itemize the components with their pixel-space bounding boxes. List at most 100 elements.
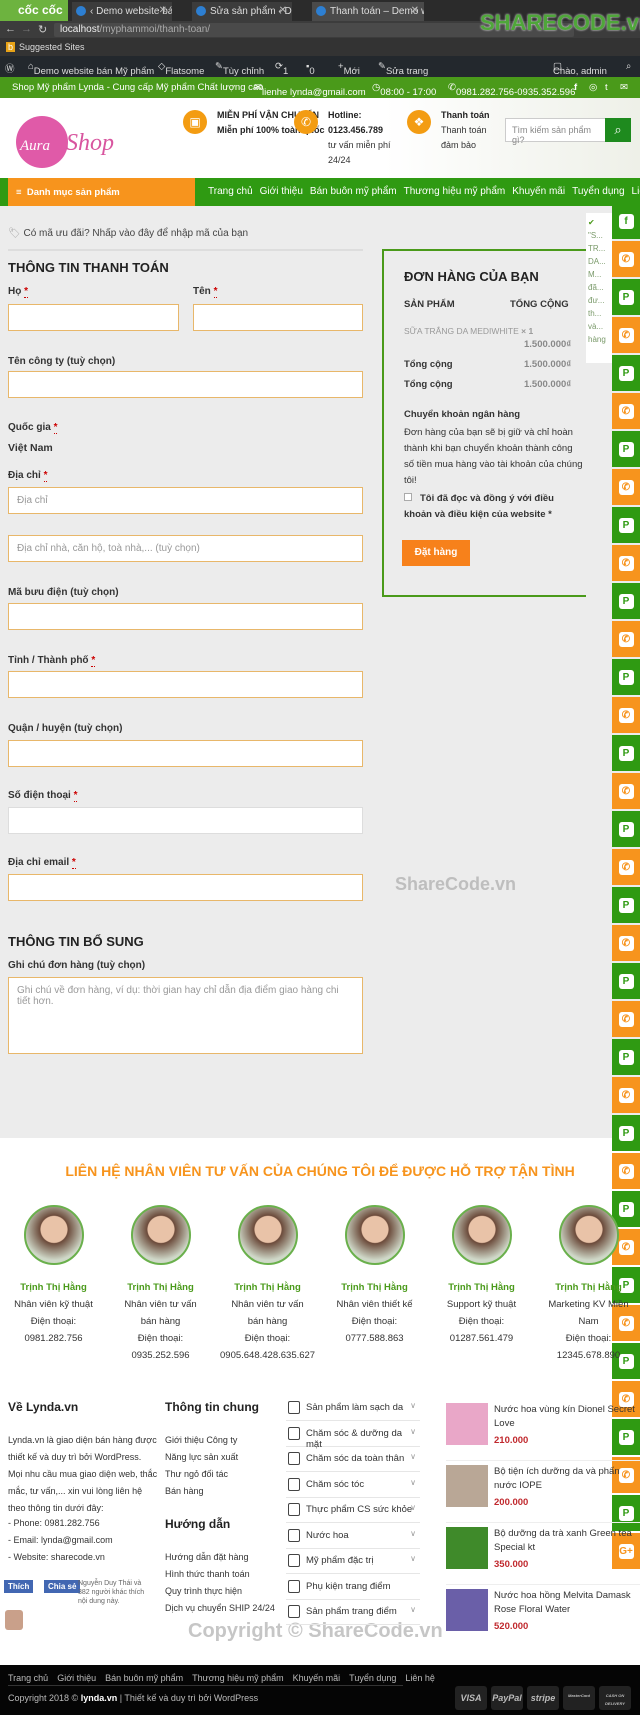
admin-site-link[interactable]: ⌂ Demo website bán Mỹ phẩm bbox=[28, 61, 154, 77]
pinterest-button[interactable]: P bbox=[612, 1115, 640, 1151]
forward-icon[interactable]: → bbox=[21, 23, 32, 35]
order-notes-textarea[interactable]: Ghi chú về đơn hàng, ví dụ: thời gian ha… bbox=[8, 977, 363, 1054]
back-icon[interactable]: ← bbox=[5, 23, 16, 35]
admin-comments-link[interactable]: ▪ 0 bbox=[306, 61, 315, 77]
coupon-link[interactable]: 🏷 Có mã ưu đãi? Nhấp vào đây để nhập mã … bbox=[8, 228, 248, 239]
footer-bottom-link[interactable]: Thương hiệu mỹ phẩm bbox=[192, 1673, 283, 1683]
phone-button[interactable]: ✆ bbox=[612, 393, 640, 429]
footer-info-link[interactable]: Năng lực sản xuất bbox=[165, 1449, 238, 1466]
footer-product[interactable]: Bộ tiện ích dưỡng da và phấn nước IOPE 20… bbox=[446, 1465, 640, 1527]
footer-category[interactable]: Sản phẩm trang điểm ∨ bbox=[286, 1600, 420, 1625]
pinterest-button[interactable]: P bbox=[612, 583, 640, 619]
site-logo[interactable]: Aura Shop bbox=[12, 110, 157, 170]
nav-brands[interactable]: Thương hiệu mỹ phẩm bbox=[404, 186, 506, 197]
product-name[interactable]: Bộ tiện ích dưỡng da và phấn nước IOPE bbox=[494, 1465, 640, 1493]
nav-careers[interactable]: Tuyển dụng bbox=[572, 186, 624, 197]
category-menu-button[interactable]: ≡ Danh mục sản phẩm bbox=[8, 178, 195, 206]
chevron-down-icon[interactable]: ∨ bbox=[410, 1452, 416, 1461]
phone-button[interactable]: ✆ bbox=[612, 241, 640, 277]
phone-button[interactable]: ✆ bbox=[612, 1001, 640, 1037]
nav-wholesale[interactable]: Bán buôn mỹ phẩm bbox=[310, 186, 397, 197]
twitter-icon[interactable]: t bbox=[605, 82, 608, 93]
product-thumbnail[interactable] bbox=[446, 1465, 488, 1507]
facebook-icon[interactable]: f bbox=[574, 82, 577, 93]
pinterest-button[interactable]: P bbox=[612, 735, 640, 771]
pinterest-button[interactable]: P bbox=[612, 887, 640, 923]
address2-input[interactable]: Địa chỉ nhà, căn hộ, toà nhà,... (tuỳ ch… bbox=[8, 535, 363, 562]
pinterest-button[interactable]: P bbox=[612, 279, 640, 315]
admin-theme-link[interactable]: ◇ Flatsome bbox=[158, 61, 204, 77]
product-thumbnail[interactable] bbox=[446, 1527, 488, 1569]
pinterest-button[interactable]: P bbox=[612, 811, 640, 847]
admin-updates-link[interactable]: ⟳ 1 bbox=[275, 61, 288, 77]
product-name[interactable]: Bộ dưỡng da trà xanh Green tea Special k… bbox=[494, 1527, 640, 1555]
footer-guide-link[interactable]: Hình thức thanh toán bbox=[165, 1566, 250, 1583]
phone-link[interactable]: ✆ 0981.282.756-0935.352.596 bbox=[448, 82, 575, 98]
wordpress-icon[interactable]: Ⓦ bbox=[5, 61, 15, 75]
city-input[interactable] bbox=[8, 671, 363, 698]
mail-icon[interactable]: ✉ bbox=[620, 82, 628, 93]
phone-input[interactable] bbox=[8, 807, 363, 834]
footer-bottom-link[interactable]: Giới thiệu bbox=[57, 1673, 96, 1683]
footer-bottom-link[interactable]: Liên hệ bbox=[405, 1673, 435, 1683]
search-icon[interactable]: ⌕ bbox=[626, 61, 631, 72]
recent-sale-popup[interactable]: ✔ "S... TR... DA... M... đã... đư... th..… bbox=[586, 213, 612, 363]
footer-bottom-link[interactable]: Khuyến mãi bbox=[293, 1673, 341, 1683]
admin-account[interactable]: Chào, admin ▢ bbox=[553, 61, 607, 77]
first-name-input[interactable] bbox=[8, 304, 179, 331]
browser-tab[interactable]: ‹ Demo website bán Mỹ p✕ bbox=[72, 2, 172, 21]
nav-promotions[interactable]: Khuyến mãi bbox=[512, 186, 565, 197]
footer-category[interactable]: Mỹ phẩm đặc trị ∨ bbox=[286, 1549, 420, 1574]
footer-category[interactable]: Sản phẩm làm sạch da ∨ bbox=[286, 1396, 420, 1421]
chevron-down-icon[interactable]: ∨ bbox=[410, 1554, 416, 1563]
footer-guide-link[interactable]: Quy trình thực hiện bbox=[165, 1583, 242, 1600]
footer-product[interactable]: Bộ dưỡng da trà xanh Green tea Special k… bbox=[446, 1527, 640, 1589]
pinterest-button[interactable]: P bbox=[612, 355, 640, 391]
footer-guide-link[interactable]: Hướng dẫn đặt hàng bbox=[165, 1549, 249, 1566]
district-input[interactable] bbox=[8, 740, 363, 767]
email-link[interactable]: ✉ lienhe lynda@gmail.com bbox=[254, 82, 366, 98]
admin-customize-link[interactable]: ✎ Tùy chỉnh bbox=[215, 61, 264, 77]
place-order-button[interactable]: Đặt hàng bbox=[402, 540, 470, 566]
footer-bottom-link[interactable]: Trang chủ bbox=[8, 1673, 48, 1683]
phone-button[interactable]: ✆ bbox=[612, 1153, 640, 1189]
chevron-down-icon[interactable]: ∨ bbox=[410, 1503, 416, 1512]
chevron-down-icon[interactable]: ∨ bbox=[410, 1427, 416, 1436]
pinterest-button[interactable]: P bbox=[612, 659, 640, 695]
instagram-icon[interactable]: ◎ bbox=[589, 82, 597, 93]
close-tab-icon[interactable]: ✕ bbox=[411, 5, 419, 16]
admin-edit-page-link[interactable]: ✎ Sửa trang bbox=[378, 61, 428, 77]
nav-contact[interactable]: Liên hệ bbox=[632, 186, 640, 197]
phone-button[interactable]: ✆ bbox=[612, 545, 640, 581]
reload-icon[interactable]: ↻ bbox=[38, 23, 47, 36]
phone-button[interactable]: ✆ bbox=[612, 621, 640, 657]
admin-new-link[interactable]: + Mới bbox=[338, 61, 360, 77]
facebook-button[interactable]: f bbox=[612, 203, 640, 239]
close-tab-icon[interactable]: ✕ bbox=[279, 5, 287, 16]
phone-button[interactable]: ✆ bbox=[612, 469, 640, 505]
footer-info-link[interactable]: Giới thiệu Công ty bbox=[165, 1432, 237, 1449]
browser-tab[interactable]: Sửa sản phẩm ‹ Demo we✕ bbox=[192, 2, 292, 21]
footer-product[interactable]: Nước hoa hồng Melvita Damask Rose Floral… bbox=[446, 1589, 640, 1651]
footer-category[interactable]: Chăm sóc da toàn thân ∨ bbox=[286, 1447, 420, 1472]
phone-button[interactable]: ✆ bbox=[612, 317, 640, 353]
pinterest-button[interactable]: P bbox=[612, 431, 640, 467]
footer-bottom-link[interactable]: Tuyển dụng bbox=[349, 1673, 396, 1683]
address-input[interactable]: Địa chỉ bbox=[8, 487, 363, 514]
pinterest-button[interactable]: P bbox=[612, 1039, 640, 1075]
footer-category[interactable]: Thực phẩm CS sức khỏe ∨ bbox=[286, 1498, 420, 1523]
nav-home[interactable]: Trang chủ bbox=[208, 186, 253, 197]
footer-product[interactable]: Nước hoa vùng kín Dionel Secret Love 210.… bbox=[446, 1403, 640, 1465]
bookmark-suggested-sites[interactable]: Suggested Sites bbox=[19, 42, 85, 52]
footer-category[interactable]: Phụ kiện trang điểm bbox=[286, 1575, 420, 1600]
fb-share-button[interactable]: Chia sẻ bbox=[44, 1580, 81, 1593]
browser-tab-active[interactable]: Thanh toán – Demo websi✕ bbox=[312, 2, 424, 21]
fb-like-button[interactable]: Thích bbox=[4, 1580, 34, 1593]
product-name[interactable]: Nước hoa hồng Melvita Damask Rose Floral… bbox=[494, 1589, 640, 1617]
phone-button[interactable]: ✆ bbox=[612, 925, 640, 961]
footer-bottom-link[interactable]: Bán buôn mỹ phẩm bbox=[105, 1673, 183, 1683]
phone-button[interactable]: ✆ bbox=[612, 1077, 640, 1113]
chevron-down-icon[interactable]: ∨ bbox=[410, 1529, 416, 1538]
postcode-input[interactable] bbox=[8, 603, 363, 630]
product-search-input[interactable]: Tìm kiếm sản phẩm gì? bbox=[505, 118, 605, 145]
